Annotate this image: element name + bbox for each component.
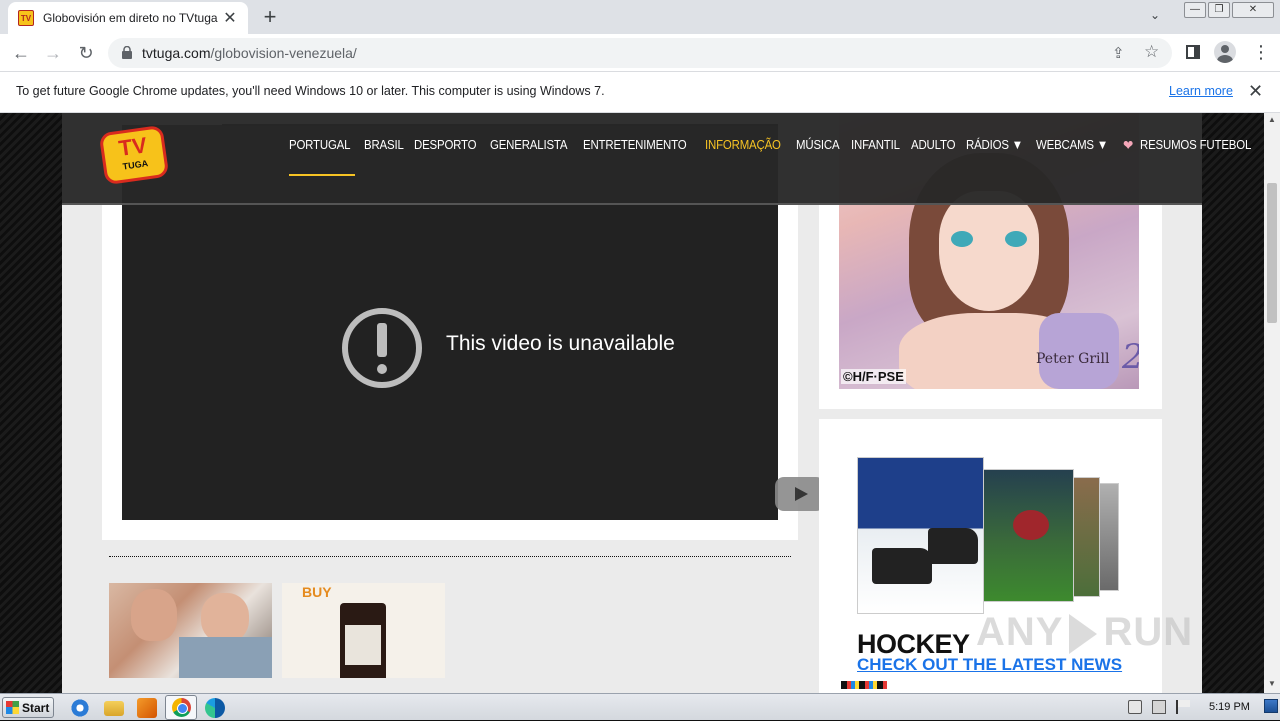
scroll-thumb[interactable] [1267, 183, 1277, 323]
restore-button[interactable]: ❐ [1208, 2, 1230, 18]
windows-taskbar: Start 5:19 PM [0, 693, 1280, 720]
ad-thumbnail-elderly-couple[interactable] [109, 583, 272, 678]
nav-webcams[interactable]: WEBCAMS ▼ [1036, 137, 1108, 154]
side-panel-icon[interactable] [1186, 45, 1200, 59]
url-text[interactable]: tvtuga.com/globovision-venezuela/ [142, 45, 357, 61]
show-desktop-button[interactable] [1264, 699, 1278, 713]
play-triangle-icon [1069, 614, 1098, 655]
nav-portugal[interactable]: PORTUGAL [289, 137, 351, 154]
colored-strip [841, 681, 887, 689]
nav-radios[interactable]: RÁDIOS ▼ [966, 137, 1023, 154]
start-button[interactable]: Start [2, 697, 54, 718]
address-bar[interactable]: tvtuga.com/globovision-venezuela/ ⇪ ☆ [108, 38, 1172, 68]
share-icon[interactable]: ⇪ [1112, 44, 1125, 62]
warning-icon [342, 308, 422, 388]
action-center-flag-icon[interactable] [1176, 700, 1190, 714]
nav-active-underline [289, 174, 355, 176]
tvtuga-favicon-icon: TV [18, 10, 34, 26]
scroll-up-arrow-icon[interactable]: ▲ [1268, 115, 1276, 124]
anime-ad-copyright: ©H/F·PSE [841, 369, 906, 384]
page-scrollbar[interactable]: ▲ ▼ [1264, 113, 1280, 693]
system-tray: 5:19 PM [1120, 694, 1280, 721]
ad-thumbnail-product-jar[interactable]: BUY [282, 583, 445, 678]
page-background-left [0, 113, 62, 693]
nav-entretenimento[interactable]: ENTRETENIMENTO [583, 137, 687, 154]
learn-more-link[interactable]: Learn more [1169, 84, 1233, 98]
anime-ad-brand: Peter Grill [1036, 351, 1110, 367]
lock-icon[interactable] [122, 46, 132, 59]
anyrun-watermark: ANY RUN [976, 610, 1194, 655]
internet-explorer-icon[interactable] [70, 698, 90, 718]
close-window-button[interactable]: ✕ [1232, 2, 1274, 18]
url-path: /globovision-venezuela/ [210, 45, 357, 61]
anime-ad-brand-number: 2 [1122, 337, 1139, 377]
page-background-right [1202, 113, 1264, 693]
nav-desporto[interactable]: DESPORTO [414, 137, 477, 154]
main-nav: PORTUGAL BRASIL DESPORTO GENERALISTA ENT… [289, 137, 1260, 154]
menu-icon[interactable]: ⋮ [1252, 42, 1270, 63]
back-icon[interactable]: ← [10, 42, 32, 64]
volume-icon[interactable] [1128, 700, 1142, 714]
browser-toolbar: ← → ↻ tvtuga.com/globovision-venezuela/ … [0, 34, 1280, 72]
tvtuga-logo[interactable]: TV TUGA [98, 124, 170, 186]
nav-adulto[interactable]: ADULTO [911, 137, 955, 154]
dotted-divider [109, 556, 791, 557]
tab-strip: TV Globovisión em direto no TVtuga ✕ + ⌄… [0, 0, 1280, 34]
forward-icon[interactable]: → [42, 42, 64, 64]
nav-musica[interactable]: MÚSICA [796, 137, 840, 154]
latest-news-link[interactable]: CHECK OUT THE LATEST NEWS [857, 655, 1122, 675]
reload-icon[interactable]: ↻ [75, 42, 97, 64]
chrome-taskbar-button[interactable] [165, 695, 197, 720]
browser-tab[interactable]: TV Globovisión em direto no TVtuga ✕ [8, 2, 248, 34]
infobar-message: To get future Google Chrome updates, you… [16, 84, 605, 98]
site-header: TV TUGA PORTUGAL BRASIL DESPORTO GENERAL… [62, 113, 1251, 205]
heart-icon[interactable]: ❤ [1123, 137, 1133, 154]
football-image-card[interactable] [982, 469, 1074, 602]
scroll-down-arrow-icon[interactable]: ▼ [1268, 679, 1276, 688]
edge-icon[interactable] [205, 698, 225, 718]
profile-icon[interactable] [1214, 41, 1236, 63]
tab-close-icon[interactable]: ✕ [222, 8, 238, 28]
nav-brasil[interactable]: BRASIL [364, 137, 404, 154]
nav-generalista[interactable]: GENERALISTA [490, 137, 568, 154]
file-explorer-icon[interactable] [104, 701, 124, 716]
ad-buy-label: BUY [302, 584, 332, 600]
hockey-image-card[interactable] [857, 457, 984, 614]
start-label: Start [22, 700, 50, 715]
windows-logo-icon [6, 701, 19, 714]
video-unavailable-message: This video is unavailable [446, 332, 675, 355]
nav-resumos-futebol[interactable]: RESUMOS FUTEBOL [1140, 137, 1251, 154]
page-viewport: This video is unavailable BUY Peter Gril… [0, 113, 1264, 693]
new-tab-button[interactable]: + [258, 5, 282, 29]
infobar-close-icon[interactable]: ✕ [1248, 81, 1263, 102]
media-player-icon[interactable] [137, 698, 157, 718]
clock[interactable]: 5:19 PM [1209, 701, 1250, 713]
update-infobar: To get future Google Chrome updates, you… [0, 72, 1280, 113]
minimize-button[interactable]: — [1184, 2, 1206, 18]
sport-image-card[interactable] [1072, 477, 1100, 597]
tab-search-chevron-icon[interactable]: ⌄ [1150, 8, 1160, 22]
sport-image-card[interactable] [1097, 483, 1119, 591]
star-icon[interactable]: ☆ [1144, 42, 1159, 62]
network-icon[interactable] [1152, 700, 1166, 714]
youtube-logo-icon[interactable] [775, 477, 825, 511]
nav-infantil[interactable]: INFANTIL [851, 137, 900, 154]
chrome-icon [172, 698, 191, 717]
nav-informacao[interactable]: INFORMAÇÃO [705, 137, 781, 154]
tab-title: Globovisión em direto no TVtuga [43, 11, 218, 25]
